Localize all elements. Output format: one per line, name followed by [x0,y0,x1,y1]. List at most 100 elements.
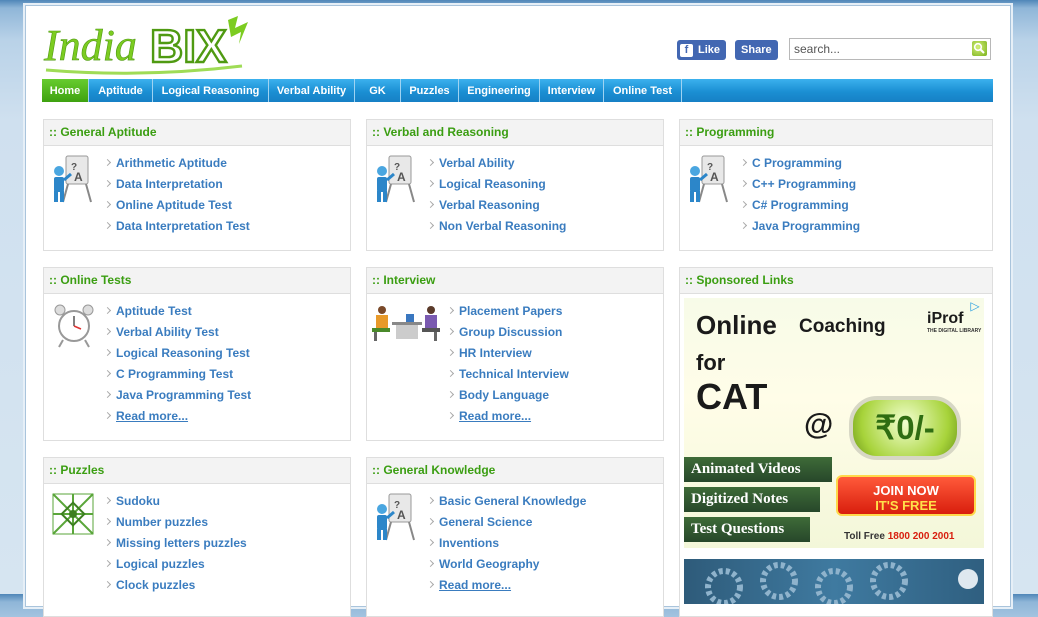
link-logical-reasoning-test[interactable]: Logical Reasoning Test [104,343,251,364]
link-hr-interview[interactable]: HR Interview [447,343,569,364]
search-icon [973,42,985,54]
link-world-geography[interactable]: World Geography [427,554,586,575]
ad-headline-cat: CAT [696,376,768,417]
panel-title: :: Interview [367,268,663,294]
ad-at-sign: @ [804,408,834,441]
ad-strip-animated-videos: Animated Videos [684,457,832,482]
link-verbal-reasoning[interactable]: Verbal Reasoning [427,195,566,216]
interview-links: Placement Papers Group Discussion HR Int… [447,301,569,427]
indiabix-logo[interactable]: India BIX [42,14,257,76]
nav-interview[interactable]: Interview [540,79,604,102]
nav-gk[interactable]: GK [355,79,401,102]
search-box [789,38,991,60]
panel-title: :: Sponsored Links [680,268,992,294]
nav-puzzles[interactable]: Puzzles [401,79,459,102]
link-data-interpretation-test[interactable]: Data Interpretation Test [104,216,250,237]
panel-title: :: Programming [680,120,992,146]
sponsored-ad-banner[interactable]: Online Coaching for CAT @ ₹0/- iProf THE… [684,298,984,548]
link-java-programming-test[interactable]: Java Programming Test [104,385,251,406]
facebook-share-button[interactable]: Share [735,40,778,60]
link-logical-puzzles[interactable]: Logical puzzles [104,554,247,575]
ad-headline-coaching: Coaching [799,316,886,337]
link-basic-general-knowledge[interactable]: Basic General Knowledge [427,491,586,512]
ad-strip-digitized-notes: Digitized Notes [684,487,820,512]
link-aptitude-test[interactable]: Aptitude Test [104,301,251,322]
general-knowledge-links: Basic General Knowledge General Science … [427,491,586,596]
link-inventions[interactable]: Inventions [427,533,586,554]
link-non-verbal-reasoning[interactable]: Non Verbal Reasoning [427,216,566,237]
panel-title: :: Puzzles [44,458,350,484]
link-c-programming-test[interactable]: C Programming Test [104,364,251,385]
search-button[interactable] [972,41,987,56]
link-missing-letters-puzzles[interactable]: Missing letters puzzles [104,533,247,554]
link-number-puzzles[interactable]: Number puzzles [104,512,247,533]
page-container: India BIX f Like Share Home Aptitude Log… [26,6,1010,617]
panel-interview: :: Interview Placement Papers Group Disc… [366,267,664,441]
facebook-icon: f [680,43,693,57]
link-clock-puzzles[interactable]: Clock puzzles [104,575,247,596]
svg-text:A: A [397,508,406,522]
nav-online-test[interactable]: Online Test [604,79,682,102]
svg-text:India: India [43,21,137,70]
ad-headline-online: Online [696,310,777,340]
general-aptitude-links: Arithmetic Aptitude Data Interpretation … [104,153,250,237]
programming-links: C Programming C++ Programming C# Program… [740,153,860,237]
link-c-programming[interactable]: C Programming [740,153,860,174]
panel-title: :: Online Tests [44,268,350,294]
facebook-like-button[interactable]: f Like [677,40,727,60]
link-csharp-programming[interactable]: C# Programming [740,195,860,216]
panel-title: :: General Aptitude [44,120,350,146]
ad-brand-name: iProf [927,310,964,327]
link-online-aptitude-test[interactable]: Online Aptitude Test [104,195,250,216]
link-sudoku[interactable]: Sudoku [104,491,247,512]
link-logical-reasoning[interactable]: Logical Reasoning [427,174,566,195]
panel-online-tests: :: Online Tests Aptitude Test Verbal Abi… [43,267,351,441]
svg-text:A: A [397,170,406,184]
second-ad-banner[interactable] [684,559,984,606]
panel-puzzles: :: Puzzles Sudoku Number puzzles Missing… [43,457,351,617]
panel-title: :: General Knowledge [367,458,663,484]
nav-home[interactable]: Home [42,79,89,102]
nav-engineering[interactable]: Engineering [459,79,540,102]
main-nav: Home Aptitude Logical Reasoning Verbal A… [42,79,993,102]
link-body-language[interactable]: Body Language [447,385,569,406]
read-more-link[interactable]: Read more... [427,575,586,596]
link-data-interpretation[interactable]: Data Interpretation [104,174,250,195]
link-verbal-ability[interactable]: Verbal Ability [427,153,566,174]
facebook-buttons: f Like Share [677,40,778,60]
puzzle-pattern-icon [52,493,94,535]
ad-join-now-button[interactable]: JOIN NOW IT'S FREE [836,475,976,516]
verbal-reasoning-links: Verbal Ability Logical Reasoning Verbal … [427,153,566,237]
ad-toll-free-number: 1800 200 2001 [887,531,955,542]
teacher-board-icon: ? A [377,155,415,203]
ad-strip-test-questions: Test Questions [684,517,810,542]
panel-programming: :: Programming ? A C Programming C++ Pro… [679,119,993,251]
link-arithmetic-aptitude[interactable]: Arithmetic Aptitude [104,153,250,174]
svg-text:A: A [74,170,83,184]
like-label: Like [698,44,721,56]
panel-title: :: Verbal and Reasoning [367,120,663,146]
link-general-science[interactable]: General Science [427,512,586,533]
link-java-programming[interactable]: Java Programming [740,216,860,237]
link-cpp-programming[interactable]: C++ Programming [740,174,860,195]
interview-icon [372,306,440,341]
nav-logical-reasoning[interactable]: Logical Reasoning [153,79,269,102]
search-input[interactable] [794,41,964,57]
link-verbal-ability-test[interactable]: Verbal Ability Test [104,322,251,343]
ad-choices-icon[interactable]: ▷ [968,299,982,313]
svg-text:BIX: BIX [150,20,227,72]
puzzles-links: Sudoku Number puzzles Missing letters pu… [104,491,247,596]
link-technical-interview[interactable]: Technical Interview [447,364,569,385]
nav-verbal-ability[interactable]: Verbal Ability [269,79,355,102]
teacher-board-icon: ? A [54,155,92,203]
ad-headline-for: for [696,350,726,375]
ad-toll-free: Toll Free 1800 200 2001 [844,531,954,542]
alarm-clock-icon [54,304,94,348]
nav-aptitude[interactable]: Aptitude [89,79,153,102]
read-more-link[interactable]: Read more... [447,406,569,427]
read-more-link[interactable]: Read more... [104,406,251,427]
ad-price-badge: ₹0/- [849,396,961,460]
panel-general-aptitude: :: General Aptitude ? A Arithmetic Aptit… [43,119,351,251]
link-group-discussion[interactable]: Group Discussion [447,322,569,343]
link-placement-papers[interactable]: Placement Papers [447,301,569,322]
